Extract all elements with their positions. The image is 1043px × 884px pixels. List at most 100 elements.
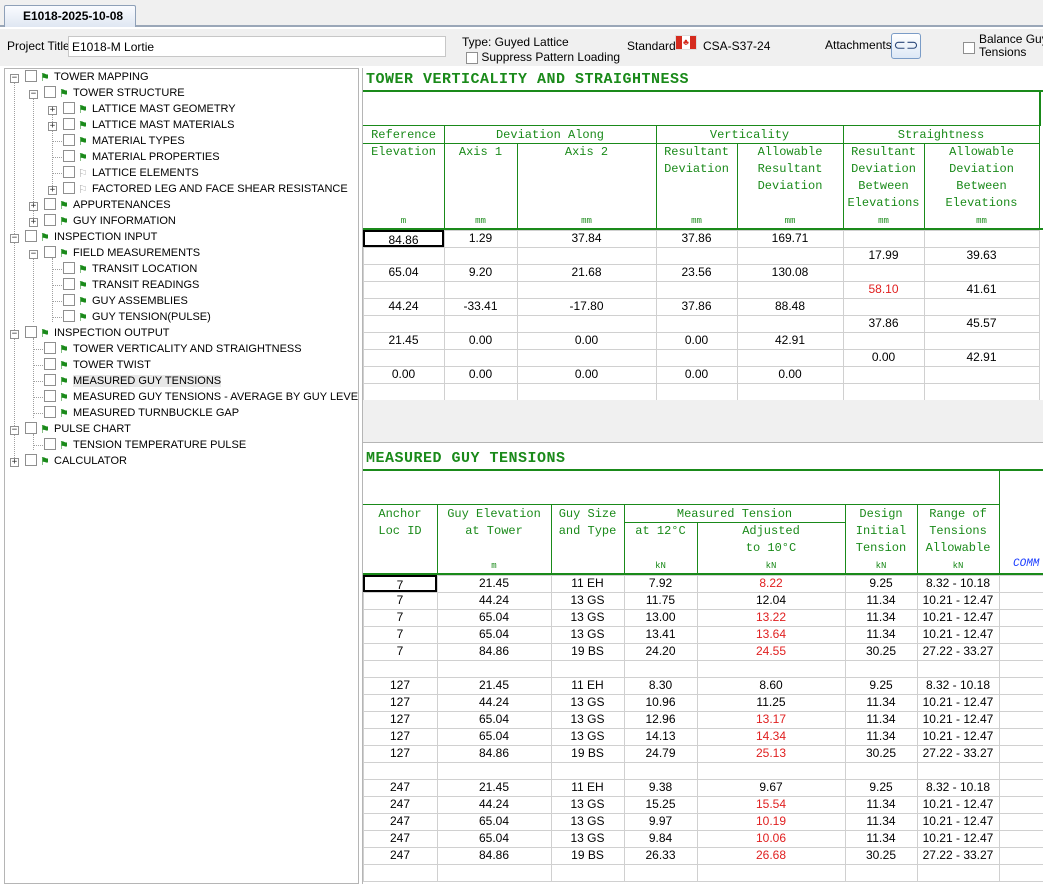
green-flag-icon: ⚑ bbox=[59, 344, 69, 356]
appurtenances-expand-icon[interactable]: + bbox=[29, 202, 38, 211]
tree-guy-assemblies[interactable]: ⚑ GUY ASSEMBLIES bbox=[63, 293, 188, 309]
tree-inspection-output[interactable]: ⚑ INSPECTION OUTPUT bbox=[25, 325, 170, 341]
field-measurements-collapse-icon[interactable]: − bbox=[29, 250, 38, 259]
grid-line bbox=[363, 383, 1039, 384]
guy-cell-elev: 65.04 bbox=[478, 712, 510, 726]
suppress-pattern-checkbox-row[interactable]: Suppress Pattern Loading bbox=[466, 50, 620, 64]
tree-material-types[interactable]: ⚑ MATERIAL TYPES bbox=[63, 133, 185, 149]
pulse-chart-collapse-icon[interactable]: − bbox=[10, 426, 19, 435]
tree-factored-leg[interactable]: ⚐ FACTORED LEG AND FACE SHEAR RESISTANCE bbox=[63, 181, 348, 197]
tree-calculator[interactable]: ⚑ CALCULATOR bbox=[25, 453, 127, 469]
document-tab[interactable]: E1018-2025-10-08 bbox=[4, 5, 136, 27]
guy-cell-range: 8.32 - 10.18 bbox=[925, 678, 991, 692]
tree-material-properties[interactable]: ⚑ MATERIAL PROPERTIES bbox=[63, 149, 220, 165]
guy-cell-t12: 26.33 bbox=[645, 848, 676, 862]
inspection-input-collapse-icon[interactable]: − bbox=[10, 234, 19, 243]
empty-flag-icon: ⚐ bbox=[78, 168, 88, 180]
vert-cell-a2: 0.00 bbox=[574, 367, 599, 381]
tree-field-measurements[interactable]: ⚑ FIELD MEASUREMENTS bbox=[44, 245, 200, 261]
guy-cell-t12: 12.96 bbox=[645, 712, 676, 726]
unit-mm: mm bbox=[691, 216, 702, 226]
green-flag-icon: ⚑ bbox=[78, 312, 88, 324]
tree-lattice-mast-materials[interactable]: ⚑ LATTICE MAST MATERIALS bbox=[63, 117, 234, 133]
calculator-expand-icon[interactable]: + bbox=[10, 458, 19, 467]
vert-cell-a2: 0.00 bbox=[574, 333, 599, 347]
guy-cell-size: 11 EH bbox=[571, 780, 604, 794]
guy-cell-id: 7 bbox=[396, 593, 404, 607]
guy-cell-size: 13 GS bbox=[570, 797, 605, 811]
guy-cell-range: 10.21 - 12.47 bbox=[922, 729, 994, 743]
tree-measured-guy-tensions[interactable]: ⚑ MEASURED GUY TENSIONS bbox=[44, 373, 222, 389]
balance-guy-checkbox[interactable] bbox=[963, 40, 975, 54]
vert-cell-res: 0.00 bbox=[684, 333, 709, 347]
tree-pulse-chart[interactable]: ⚑ PULSE CHART bbox=[25, 421, 131, 437]
straightness-allowable-cell: 39.63 bbox=[966, 248, 997, 262]
green-flag-icon: ⚑ bbox=[78, 104, 88, 116]
guy-cell-size: 19 BS bbox=[571, 746, 604, 760]
empty-area bbox=[363, 400, 1043, 442]
straightness-resultant-cell: 17.99 bbox=[868, 248, 899, 262]
tree-lattice-mast-geometry[interactable]: ⚑ LATTICE MAST GEOMETRY bbox=[63, 101, 236, 117]
grid-line bbox=[363, 881, 1043, 882]
guy-cell-t12: 9.97 bbox=[648, 814, 673, 828]
project-title-input[interactable] bbox=[68, 36, 446, 57]
unit-mm: mm bbox=[475, 216, 486, 226]
report-pane[interactable]: TOWER VERTICALITY AND STRAIGHTNESS Refer… bbox=[362, 68, 1043, 884]
tree-guy-information[interactable]: ⚑ GUY INFORMATION bbox=[44, 213, 176, 229]
vert-cell-elev: 65.04 bbox=[388, 265, 419, 279]
guy-cell-t12: 10.96 bbox=[645, 695, 676, 709]
guy-cell-range: 10.21 - 12.47 bbox=[922, 712, 994, 726]
guy-cell-id: 127 bbox=[389, 712, 411, 726]
guy-cell-id: 247 bbox=[389, 831, 411, 845]
guy-cell-t12: 13.00 bbox=[645, 610, 676, 624]
tree-tower-mapping[interactable]: ⚑ TOWER MAPPING bbox=[25, 69, 149, 85]
inspection-output-collapse-icon[interactable]: − bbox=[10, 330, 19, 339]
selected-cell[interactable]: 7 bbox=[363, 575, 437, 592]
guy-cell-design: 11.34 bbox=[866, 627, 896, 641]
vert-cell-a2: -17.80 bbox=[569, 299, 604, 313]
guy-information-expand-icon[interactable]: + bbox=[29, 218, 38, 227]
tree-turnbuckle-gap[interactable]: ⚑ MEASURED TURNBUCKLE GAP bbox=[44, 405, 239, 421]
tree-lattice-elements[interactable]: ⚐ LATTICE ELEMENTS bbox=[63, 165, 199, 181]
vert-cell-elev: 21.45 bbox=[388, 333, 419, 347]
attachments-label: Attachments: bbox=[825, 38, 896, 52]
lattice-materials-expand-icon[interactable]: + bbox=[48, 122, 57, 131]
tree-tower-verticality[interactable]: ⚑ TOWER VERTICALITY AND STRAIGHTNESS bbox=[44, 341, 302, 357]
guy-cell-range: 27.22 - 33.27 bbox=[922, 644, 994, 658]
tree-tower-structure[interactable]: ⚑ TOWER STRUCTURE bbox=[44, 85, 185, 101]
guy-cell-design: 11.34 bbox=[866, 610, 896, 624]
selected-cell[interactable]: 84.86 bbox=[363, 230, 444, 247]
guy-cell-t12: 8.30 bbox=[648, 678, 673, 692]
tower-structure-collapse-icon[interactable]: − bbox=[29, 90, 38, 99]
tree-tower-twist[interactable]: ⚑ TOWER TWIST bbox=[44, 357, 151, 373]
tree-appurtenances[interactable]: ⚑ APPURTENANCES bbox=[44, 197, 171, 213]
guy-cell-elev: 44.24 bbox=[478, 593, 510, 607]
attachments-button[interactable]: ⊂⊃ bbox=[891, 33, 921, 59]
factored-leg-expand-icon[interactable]: + bbox=[48, 186, 57, 195]
tower-mapping-collapse-icon[interactable]: − bbox=[10, 74, 19, 83]
green-flag-icon: ⚑ bbox=[40, 72, 50, 84]
tree-inspection-input[interactable]: ⚑ INSPECTION INPUT bbox=[25, 229, 157, 245]
guy-cell-id: 127 bbox=[389, 729, 411, 743]
guy-cell-adj: 8.60 bbox=[759, 678, 783, 692]
header-range-allowable: Range of Tensions Allowable bbox=[925, 507, 991, 555]
tree-measured-avg-guy-level[interactable]: ⚑ MEASURED GUY TENSIONS - AVERAGE BY GUY … bbox=[44, 389, 358, 405]
guy-cell-elev: 65.04 bbox=[478, 814, 510, 828]
tree-guy-tension-pulse[interactable]: ⚑ GUY TENSION(PULSE) bbox=[63, 309, 211, 325]
unit-kn: kN bbox=[875, 561, 887, 571]
vert-cell-res: 37.86 bbox=[681, 231, 712, 245]
header-guy-size: Guy Size and Type bbox=[558, 507, 617, 538]
tree-tension-temperature-pulse[interactable]: ⚑ TENSION TEMPERATURE PULSE bbox=[44, 437, 246, 453]
guy-cell-design: 30.25 bbox=[865, 644, 897, 658]
suppress-pattern-checkbox[interactable] bbox=[466, 51, 478, 64]
unit-mm: mm bbox=[784, 216, 796, 226]
vert-cell-res: 0.00 bbox=[684, 367, 709, 381]
guy-cell-range: 10.21 - 12.47 bbox=[922, 695, 994, 709]
lattice-geometry-expand-icon[interactable]: + bbox=[48, 106, 57, 115]
guy-cell-t12: 24.79 bbox=[645, 746, 676, 760]
tree-transit-readings[interactable]: ⚑ TRANSIT READINGS bbox=[63, 277, 199, 293]
tree-transit-location[interactable]: ⚑ TRANSIT LOCATION bbox=[63, 261, 197, 277]
vert-cell-a1: -33.41 bbox=[463, 299, 498, 313]
navigation-tree[interactable]: − ⚑ TOWER MAPPING − ⚑ TOWER STRUCTURE + ⚑ L… bbox=[4, 68, 359, 884]
vert-cell-a1: 1.29 bbox=[468, 231, 493, 245]
